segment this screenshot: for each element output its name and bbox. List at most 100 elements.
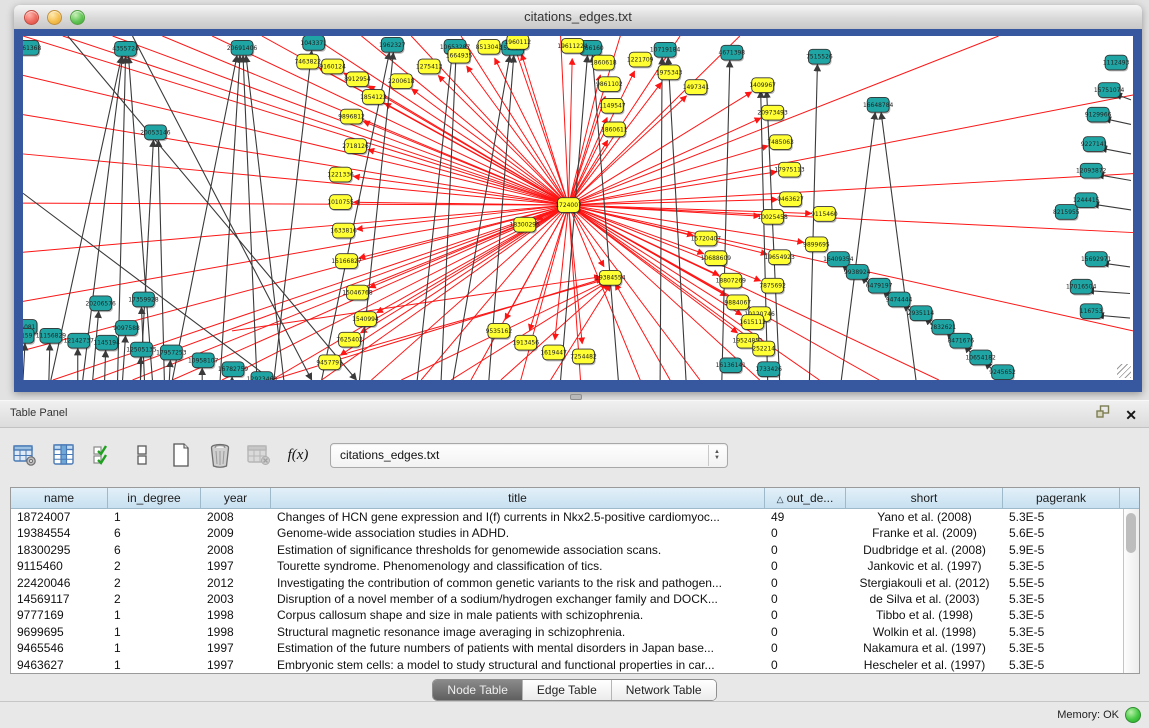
graph-node[interactable]: 7515526 [806, 49, 833, 65]
tab-edge-table[interactable]: Edge Table [523, 680, 612, 700]
graph-node[interactable]: 1221709 [627, 52, 654, 68]
graph-node[interactable]: 2718126 [342, 139, 369, 155]
table-row[interactable]: 946554611997Estimation of the future num… [11, 640, 1124, 656]
graph-node[interactable]: 9115460 [811, 207, 838, 223]
graph-node[interactable]: 1540994 [352, 312, 379, 328]
graph-node[interactable]: 7254482 [570, 349, 597, 365]
table-row[interactable]: 1456911722003Disruption of a novel membe… [11, 591, 1124, 607]
graph-node[interactable]: 9457791 [316, 355, 343, 371]
tab-network-table[interactable]: Network Table [612, 680, 716, 700]
graph-node[interactable]: 8215955 [1053, 205, 1080, 221]
graph-node[interactable]: 10958107 [188, 353, 219, 369]
graph-node[interactable]: 9899695 [803, 237, 830, 253]
graph-node[interactable]: 1010755 [327, 195, 354, 211]
graph-node[interactable]: 8513043 [476, 39, 503, 55]
graph-node[interactable]: 4671398 [719, 45, 746, 61]
graph-node[interactable]: 10654182 [966, 350, 997, 366]
canvas-resize-grip[interactable] [1117, 364, 1131, 378]
table-selector-dropdown[interactable]: citations_edges.txt ▲▼ [330, 443, 728, 468]
table-row[interactable]: 1938455462009Genome-wide association stu… [11, 525, 1124, 541]
graph-node[interactable]: 1733426 [755, 362, 782, 378]
panel-splitter[interactable] [0, 392, 1149, 400]
trash-icon[interactable] [207, 442, 233, 468]
graph-node[interactable]: 1149547 [599, 98, 626, 114]
graph-node[interactable]: 9160124 [319, 59, 346, 75]
graph-node[interactable]: 9938924 [844, 265, 871, 281]
graph-node[interactable]: 10688609 [701, 251, 732, 267]
function-builder-icon[interactable]: f(x) [285, 442, 311, 468]
table-row[interactable]: 946362711997Embryonic stem cells: a mode… [11, 657, 1124, 673]
column-header-name[interactable]: name [11, 488, 108, 508]
graph-node[interactable]: 12923468 [247, 372, 278, 380]
graph-node[interactable]: 9474444 [886, 292, 913, 308]
float-panel-icon[interactable] [1096, 405, 1111, 424]
table-row[interactable]: 2242004622012Investigating the contribut… [11, 575, 1124, 591]
graph-node[interactable]: 15751074 [1094, 83, 1125, 99]
scrollbar-thumb[interactable] [1126, 513, 1136, 553]
network-graph-canvas[interactable]: 8461368435572420691406104337119623271065… [23, 36, 1133, 380]
column-header-short[interactable]: short [846, 488, 1003, 508]
graph-node[interactable]: 19611224 [557, 38, 588, 54]
graph-node[interactable]: 15720407 [691, 231, 722, 247]
graph-node[interactable]: 16648784 [863, 97, 894, 113]
graph-node[interactable]: 4355724 [112, 41, 139, 57]
close-panel-icon[interactable]: ✕ [1125, 407, 1137, 423]
table-scrollbar[interactable] [1123, 509, 1139, 673]
graph-node[interactable]: 19654923 [764, 250, 795, 266]
tab-node-table[interactable]: Node Table [433, 680, 523, 700]
table-row[interactable]: 969969511998Structural magnetic resonanc… [11, 624, 1124, 640]
zoom-window-button[interactable] [70, 10, 85, 25]
minimize-window-button[interactable] [47, 10, 62, 25]
graph-node[interactable]: 1664935 [446, 48, 473, 64]
cells-icon[interactable] [129, 442, 155, 468]
graph-node[interactable]: 8471676 [948, 333, 975, 349]
table-settings-icon[interactable] [12, 442, 38, 468]
column-header-title[interactable]: title [271, 488, 765, 508]
graph-node[interactable]: 12505135 [126, 342, 157, 358]
graph-node[interactable]: 8912954 [344, 72, 371, 88]
graph-node[interactable]: 116753 [1080, 304, 1104, 320]
graph-node[interactable]: 1497341 [683, 80, 710, 96]
column-header-in-degree[interactable]: in_degree [108, 488, 201, 508]
graph-node[interactable]: 1112493 [1103, 55, 1130, 71]
graph-node[interactable]: 1043371 [300, 36, 327, 52]
table-row[interactable]: 911546021997Tourette syndrome. Phenomeno… [11, 558, 1124, 574]
graph-node[interactable]: 9227141 [1081, 137, 1108, 153]
table-column-icon[interactable] [51, 442, 77, 468]
graph-node[interactable]: 9463627 [777, 192, 804, 208]
graph-node[interactable]: 20973493 [757, 105, 788, 121]
graph-node[interactable]: 1633816 [330, 223, 357, 239]
column-header-out-de-[interactable]: △out_de... [765, 488, 846, 508]
column-header-year[interactable]: year [201, 488, 271, 508]
graph-node[interactable]: 1975343 [656, 65, 683, 81]
graph-node[interactable]: 7625402 [336, 332, 363, 348]
graph-node[interactable]: 1409967 [749, 78, 776, 94]
graph-node[interactable]: 1854123 [360, 90, 387, 106]
graph-node[interactable]: 252214 [752, 341, 776, 357]
graph-node[interactable]: 9884067 [725, 295, 752, 311]
graph-node[interactable]: 9097588 [113, 321, 140, 337]
table-row[interactable]: 1830029562008Estimation of significance … [11, 542, 1124, 558]
graph-node[interactable]: 7875692 [759, 278, 786, 294]
graph-node[interactable]: 15692971 [1081, 252, 1112, 268]
graph-node[interactable]: 9861102 [596, 77, 623, 93]
graph-node[interactable]: 33159 [23, 328, 35, 344]
graph-node[interactable]: 1619447 [540, 345, 567, 361]
graph-node[interactable]: 9245652 [989, 365, 1016, 380]
graph-node[interactable]: 17359928 [128, 292, 159, 308]
graph-node[interactable]: 11156829 [36, 328, 67, 344]
graph-node[interactable]: 12093872 [1076, 163, 1107, 179]
graph-node[interactable]: 1913456 [512, 335, 539, 351]
graph-node[interactable]: 1145194 [93, 335, 120, 351]
graph-node[interactable]: 1221336 [327, 167, 354, 183]
graph-node[interactable]: 1615112 [739, 315, 766, 331]
graph-node[interactable]: 20206576 [85, 296, 116, 312]
close-window-button[interactable] [24, 10, 39, 25]
delete-table-icon[interactable] [246, 442, 272, 468]
table-row[interactable]: 1872400712008Changes of HCN gene express… [11, 509, 1124, 525]
memory-ok-indicator[interactable] [1125, 707, 1141, 723]
graph-node[interactable]: 2200618 [388, 74, 415, 90]
new-document-icon[interactable] [168, 442, 194, 468]
graph-node[interactable]: 15046768 [342, 285, 373, 301]
graph-node[interactable]: 17957253 [156, 345, 187, 361]
